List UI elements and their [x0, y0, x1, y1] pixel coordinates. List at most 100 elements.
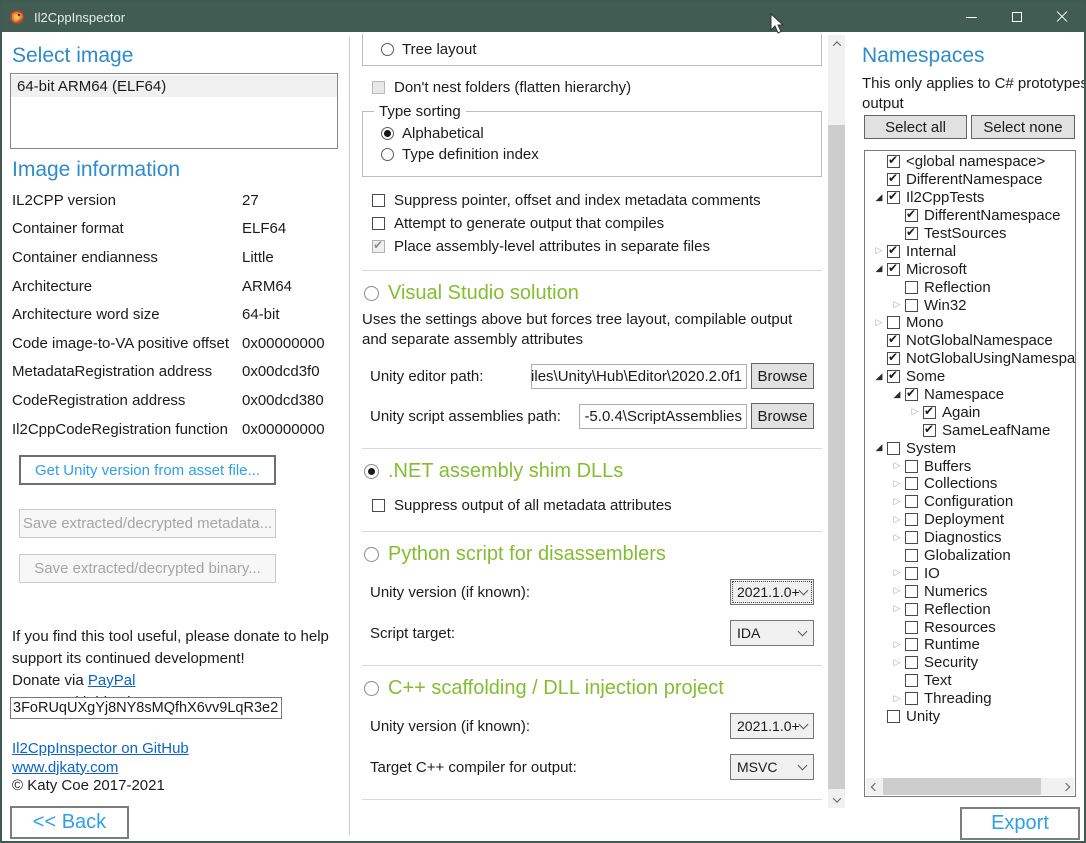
tree-checkbox[interactable] [905, 388, 918, 401]
tree-item[interactable]: ◢Some [865, 368, 1075, 386]
tree-item[interactable]: Resources [865, 618, 1075, 636]
tree-checkbox[interactable] [905, 513, 918, 526]
collapse-arrow-icon[interactable]: ◢ [871, 443, 887, 453]
dont-nest-checkbox[interactable] [372, 81, 385, 94]
collapse-arrow-icon[interactable]: ◢ [871, 372, 887, 382]
tree-checkbox[interactable] [905, 227, 918, 240]
unity-editor-path-input[interactable]: Files\Unity\Hub\Editor\2020.2.0f1 [531, 364, 747, 389]
tree-checkbox[interactable] [905, 209, 918, 222]
tree-checkbox[interactable] [887, 710, 900, 723]
tree-item[interactable]: ◢Il2CppTests [865, 189, 1075, 207]
expand-arrow-icon[interactable]: ▷ [889, 300, 905, 310]
expand-arrow-icon[interactable]: ▷ [889, 604, 905, 614]
close-button[interactable] [1039, 2, 1084, 32]
bitcoin-address-input[interactable] [10, 697, 282, 719]
tree-item[interactable]: Reflection [865, 278, 1075, 296]
tree-checkbox[interactable] [905, 585, 918, 598]
expand-arrow-icon[interactable]: ▷ [871, 246, 887, 256]
tree-item[interactable]: <global namespace> [865, 153, 1075, 171]
tree-item[interactable]: TestSources [865, 225, 1075, 243]
script-target-select[interactable]: IDA [730, 620, 814, 646]
tree-checkbox[interactable] [887, 442, 900, 455]
tree-item[interactable]: ▷Threading [865, 690, 1075, 708]
scrollbar-thumb[interactable] [883, 778, 1041, 795]
separate-files-checkbox[interactable] [372, 240, 385, 253]
alphabetical-radio[interactable] [381, 127, 394, 140]
tree-layout-radio[interactable] [381, 43, 394, 56]
scroll-up-button[interactable] [828, 35, 845, 52]
scroll-down-button[interactable] [828, 791, 845, 808]
python-radio[interactable] [364, 547, 379, 562]
expand-arrow-icon[interactable]: ▷ [907, 407, 923, 417]
scroll-left-button[interactable] [866, 778, 883, 795]
expand-arrow-icon[interactable]: ▷ [889, 568, 905, 578]
website-link[interactable]: www.djkaty.com [12, 759, 118, 776]
tree-checkbox[interactable] [905, 299, 918, 312]
tree-item[interactable]: ▷Internal [865, 242, 1075, 260]
tree-item[interactable]: ▷Collections [865, 475, 1075, 493]
scrollbar-thumb[interactable] [828, 125, 845, 789]
cpp-compiler-select[interactable]: MSVC [730, 754, 814, 780]
tree-item[interactable]: SameLeafName [865, 421, 1075, 439]
tree-checkbox[interactable] [905, 567, 918, 580]
image-listbox[interactable]: 64-bit ARM64 (ELF64) [10, 73, 338, 149]
expand-arrow-icon[interactable]: ▷ [889, 640, 905, 650]
tree-checkbox[interactable] [887, 370, 900, 383]
tree-checkbox[interactable] [905, 603, 918, 616]
expand-arrow-icon[interactable]: ▷ [889, 461, 905, 471]
export-button[interactable]: Export [960, 807, 1080, 840]
scroll-right-button[interactable] [1057, 778, 1074, 795]
cpp-radio[interactable] [364, 681, 379, 696]
expand-arrow-icon[interactable]: ▷ [871, 318, 887, 328]
tree-item[interactable]: ▷Buffers [865, 457, 1075, 475]
tree-item[interactable]: ▷IO [865, 564, 1075, 582]
save-binary-button[interactable]: Save extracted/decrypted binary... [19, 554, 276, 583]
tree-checkbox[interactable] [905, 281, 918, 294]
tree-item[interactable]: ▷Win32 [865, 296, 1075, 314]
tree-item[interactable]: Text [865, 672, 1075, 690]
browse-editor-button[interactable]: Browse [751, 363, 814, 389]
get-unity-version-button[interactable]: Get Unity version from asset file... [19, 455, 276, 485]
tree-item[interactable]: ▷Deployment [865, 511, 1075, 529]
expand-arrow-icon[interactable]: ▷ [889, 586, 905, 596]
expand-arrow-icon[interactable]: ▷ [889, 479, 905, 489]
tree-item[interactable]: Globalization [865, 547, 1075, 565]
tree-item[interactable]: ▷Numerics [865, 582, 1075, 600]
tree-checkbox[interactable] [887, 245, 900, 258]
tree-item[interactable]: NotGlobalNamespace [865, 332, 1075, 350]
expand-arrow-icon[interactable]: ▷ [889, 533, 905, 543]
tree-item[interactable]: ▷Runtime [865, 636, 1075, 654]
tree-checkbox[interactable] [887, 263, 900, 276]
tree-checkbox[interactable] [905, 531, 918, 544]
tree-checkbox[interactable] [905, 656, 918, 669]
back-button[interactable]: << Back [10, 806, 129, 839]
tree-checkbox[interactable] [905, 638, 918, 651]
collapse-arrow-icon[interactable]: ◢ [889, 390, 905, 400]
tree-item[interactable]: DifferentNamespace [865, 171, 1075, 189]
tree-checkbox[interactable] [887, 352, 900, 365]
tree-item[interactable]: ▷Again [865, 403, 1075, 421]
tree-checkbox[interactable] [905, 692, 918, 705]
tree-item[interactable]: Unity [865, 708, 1075, 726]
expand-arrow-icon[interactable]: ▷ [889, 658, 905, 668]
tree-item[interactable]: ◢Microsoft [865, 260, 1075, 278]
suppress-comments-checkbox[interactable] [372, 194, 385, 207]
tree-item[interactable]: ◢System [865, 439, 1075, 457]
expand-arrow-icon[interactable]: ▷ [889, 515, 905, 525]
tree-item[interactable]: DifferentNamespace [865, 207, 1075, 225]
tree-checkbox[interactable] [905, 621, 918, 634]
tree-checkbox[interactable] [887, 155, 900, 168]
tree-checkbox[interactable] [887, 316, 900, 329]
collapse-arrow-icon[interactable]: ◢ [871, 193, 887, 203]
expand-arrow-icon[interactable]: ▷ [889, 694, 905, 704]
tree-item[interactable]: ▷Diagnostics [865, 529, 1075, 547]
vs-radio[interactable] [364, 286, 379, 301]
tree-checkbox[interactable] [923, 406, 936, 419]
tree-checkbox[interactable] [923, 424, 936, 437]
type-def-index-radio[interactable] [381, 148, 394, 161]
script-assemblies-path-input[interactable]: -5.0.4\ScriptAssemblies [579, 404, 747, 429]
tree-horizontal-scrollbar[interactable] [866, 778, 1074, 795]
tree-item[interactable]: ◢Namespace [865, 386, 1075, 404]
tree-checkbox[interactable] [887, 173, 900, 186]
suppress-metadata-checkbox[interactable] [372, 499, 385, 512]
